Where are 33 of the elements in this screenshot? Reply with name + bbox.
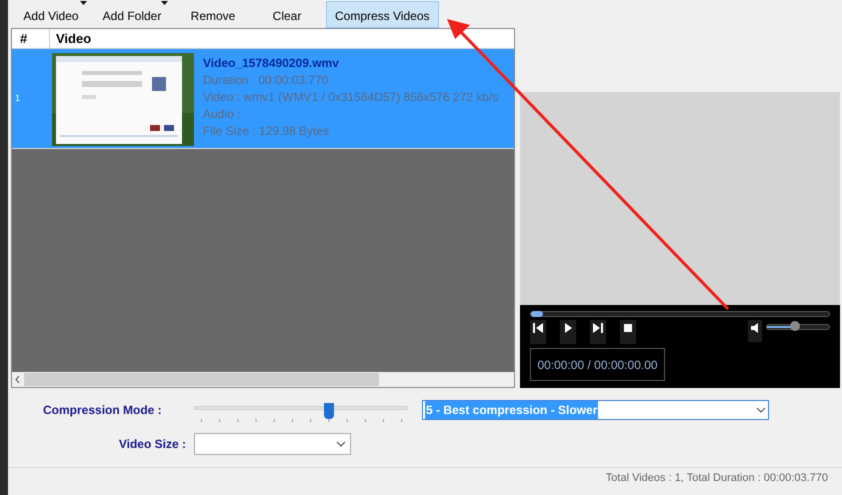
slider-thumb[interactable]: [790, 321, 800, 331]
stop-icon[interactable]: [620, 320, 636, 344]
slider-thumb[interactable]: [324, 403, 334, 419]
status-text: Total Videos : 1, Total Duration : 00:00:03.770: [606, 471, 828, 486]
toolbar-button[interactable]: Compress Videos: [326, 1, 438, 28]
seek-thumb[interactable]: [531, 311, 543, 317]
video-row[interactable]: 1 Video_1578490209.wmv Duration : 00:00:03.770 Video : wmv1 (WMV1 / 0x31564D57) 856x576 272 kb/s Audio : File Size : 129.98 Bytes: [12, 49, 514, 149]
speaker-icon[interactable]: [748, 320, 762, 342]
toolbar-button[interactable]: Add Video: [16, 1, 86, 28]
video-detail: Video : wmv1 (WMV1 / 0x31564D57) 856x576 272 kb/s: [203, 89, 498, 106]
compression-mode-label: Compression Mode :: [42, 402, 163, 419]
toolbar-button[interactable]: Clear: [252, 1, 322, 28]
toolbar-button[interactable]: Add Folder: [97, 1, 167, 28]
video-detail: Audio :: [203, 106, 242, 123]
toolbar-button[interactable]: Remove: [178, 1, 248, 28]
volume-track[interactable]: [766, 324, 830, 330]
play-icon[interactable]: [560, 320, 576, 344]
chevron-down-icon: [336, 441, 346, 447]
column-header: Video: [55, 30, 92, 48]
video-title: Video_1578490209.wmv: [203, 55, 340, 72]
caret-icon[interactable]: [161, 1, 168, 5]
compression-slider-track[interactable]: [194, 403, 408, 419]
row-number: 1: [14, 92, 22, 105]
chevron-down-icon: [756, 407, 766, 413]
caret-icon[interactable]: [80, 1, 87, 5]
time-display: 00:00:00 / 00:00:00.00: [530, 348, 665, 381]
seek-track[interactable]: [530, 311, 830, 317]
next-icon[interactable]: [590, 320, 606, 344]
column-header: #: [12, 29, 50, 48]
previous-icon[interactable]: [530, 320, 546, 344]
video-detail: File Size : 129.98 Bytes: [203, 123, 330, 140]
video-detail: Duration : 00:00:03.770: [203, 72, 330, 89]
video-size-label: Video Size :: [118, 436, 187, 453]
